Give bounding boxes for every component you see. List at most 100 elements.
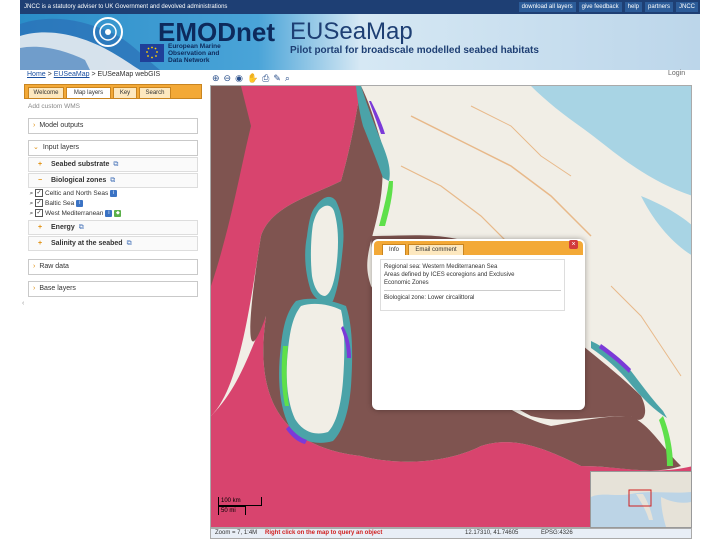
layer-label: Baltic Sea [45,200,75,207]
projection-code: EPSG:4326 [541,530,573,536]
section-input-layers[interactable]: ⌄ Input layers [28,140,198,156]
pan-hand-icon[interactable]: ✋ [247,71,258,85]
tab-key[interactable]: Key [113,87,137,98]
group-salinity[interactable]: + Salinity at the seabed ⧉ [28,236,198,251]
external-link-icon[interactable]: ⧉ [113,161,118,168]
popup-divider [384,290,561,291]
scale-bar-km: 100 km [218,497,262,506]
panel-tabs: Welcome Map layers Key Search [24,84,202,99]
query-hint: Right click on the map to query an objec… [265,530,383,536]
section-label: Input layers [42,144,80,151]
layer-label: Celtic and North Seas [45,190,109,197]
breadcrumb-separator: > [91,71,96,78]
layer-checkbox[interactable]: ✓ [35,189,43,198]
zoom-out-icon[interactable]: ⊖ [224,71,232,85]
eu-flag-icon [140,44,164,62]
popup-biological-zone: Biological zone: Lower circalittoral [384,295,475,301]
partners-link[interactable]: partners [644,2,673,12]
layer-row-baltic: ⌕ ✓ Baltic Sea i [28,199,84,209]
layer-row-celtic: ⌕ ✓ Celtic and North Seas i [28,189,118,199]
popup-regional-sea: Regional sea: Western Mediterranean Sea [384,264,498,270]
add-custom-wms-link[interactable]: Add custom WMS [28,103,80,110]
group-label: Biological zones [51,177,107,184]
top-bar-message: JNCC is a statutory adviser to UK Govern… [24,4,228,10]
external-link-icon[interactable]: ⧉ [127,240,132,247]
section-label: Raw data [39,263,69,270]
section-raw-data[interactable]: › Raw data [28,259,198,275]
top-bar: JNCC is a statutory adviser to UK Govern… [20,0,700,14]
chevron-down-icon: ⌄ [33,144,39,151]
popup-header: Info Email comment [374,241,583,255]
query-icon[interactable]: ⌕ [285,71,290,85]
section-label: Model outputs [39,122,84,129]
external-link-icon[interactable]: ⧉ [79,224,84,231]
tab-search[interactable]: Search [139,87,171,98]
group-label: Salinity at the seabed [51,240,123,247]
chevron-right-icon: › [33,285,36,292]
layer-label: West Mediterranean [45,210,104,217]
chevron-right-icon: › [33,263,36,270]
give-feedback-link[interactable]: give feedback [578,2,622,12]
emodnet-subtitle-line: European Marine [168,43,221,50]
group-seabed-substrate[interactable]: + Seabed substrate ⧉ [28,157,198,172]
print-icon[interactable]: ⎙ [262,71,269,85]
layer-panel: Welcome Map layers Key Search Add custom… [24,84,202,314]
feature-info-popup: Info Email comment Regional sea: Western… [372,239,585,410]
zoom-to-layer-icon[interactable]: ⌕ [28,199,35,209]
download-all-layers-link[interactable]: download all layers [518,2,576,12]
map-toolbar: ⊕ ⊖ ◉ ✋ ⎙ ✎ ⌕ [212,71,290,85]
sardinia-island [286,303,345,434]
cursor-coordinates: 12.17310, 41.74605 [465,530,519,536]
breadcrumb-separator: > [47,71,52,78]
expand-icon: + [37,161,43,168]
zoom-to-layer-icon[interactable]: ⌕ [28,209,35,219]
top-links: download all layers give feedback help p… [518,0,698,12]
breadcrumb-euseamap-link[interactable]: EUSeaMap [54,71,90,78]
scale-bar: 100 km 50 mi [218,497,270,519]
breadcrumb-home-link[interactable]: Home [27,71,46,78]
tab-map-layers[interactable]: Map layers [66,87,111,98]
popup-tab-email-comment[interactable]: Email comment [408,244,464,255]
panel-collapse-handle[interactable]: ‹ [22,300,24,307]
breadcrumb-current: EUSeaMap webGIS [97,71,161,78]
overview-map[interactable] [590,471,692,528]
overview-canvas [591,472,691,527]
collapse-icon: − [37,177,43,184]
zoom-in-icon[interactable]: ⊕ [212,71,220,85]
zoom-level: Zoom = 7, 1:4M [215,530,258,536]
group-biological-zones[interactable]: − Biological zones ⧉ [28,173,198,188]
site-title: EUSeaMap [290,18,413,45]
emodnet-subtitle-line: Observation and [168,50,220,57]
external-link-icon[interactable]: ⧉ [110,177,115,184]
tab-welcome[interactable]: Welcome [28,87,64,98]
site-subtitle: Pilot portal for broadscale modelled sea… [290,45,539,56]
popup-definition-cont: Economic Zones [384,280,429,286]
layer-checkbox[interactable]: ✓ [35,209,43,218]
measure-icon[interactable]: ✎ [273,71,281,85]
section-base-layers[interactable]: › Base layers [28,281,198,297]
layer-checkbox[interactable]: ✓ [35,199,43,208]
expand-icon: + [37,240,43,247]
full-extent-icon[interactable]: ◉ [235,71,243,85]
layer-row-west-med: ⌕ ✓ West Mediterranean i ◆ [28,209,122,219]
group-label: Energy [51,224,75,231]
info-icon[interactable]: i [105,209,113,217]
site-header: EMODnet European Marine Observation and … [20,14,700,70]
info-icon[interactable]: i [76,199,84,207]
breadcrumb: Home > EUSeaMap > EUSeaMap webGIS [27,71,160,78]
chevron-right-icon: › [33,122,36,129]
help-link[interactable]: help [624,2,642,12]
info-icon[interactable]: i [110,189,118,197]
section-model-outputs[interactable]: › Model outputs [28,118,198,134]
login-link[interactable]: Login [668,70,685,77]
jncc-link[interactable]: JNCC [676,2,698,12]
zoom-to-layer-icon[interactable]: ⌕ [28,189,35,199]
popup-tab-info[interactable]: Info [382,244,406,255]
emodnet-subtitle-line: Data Network [168,57,210,64]
section-label: Base layers [39,285,76,292]
close-icon[interactable]: × [569,240,578,249]
popup-body: Regional sea: Western Mediterranean Sea … [380,259,565,311]
group-energy[interactable]: + Energy ⧉ [28,220,198,235]
legend-icon[interactable]: ◆ [114,209,122,217]
group-label: Seabed substrate [51,161,110,168]
